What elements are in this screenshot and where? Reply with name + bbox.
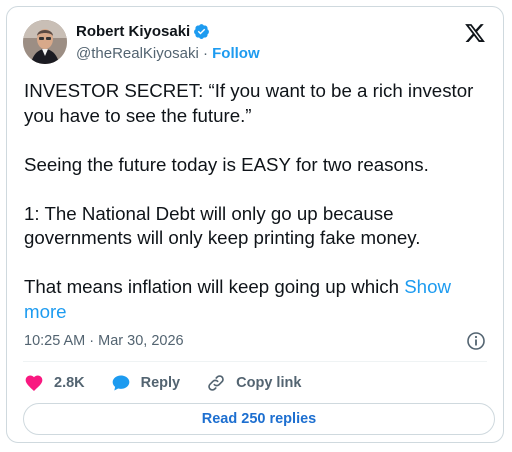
action-bar: 2.8K Reply Copy link <box>24 373 327 393</box>
like-count: 2.8K <box>54 375 85 391</box>
author-handle[interactable]: @theRealKiyosaki <box>76 45 199 62</box>
read-replies-label: Read 250 replies <box>201 411 317 427</box>
read-replies-button[interactable]: Read 250 replies <box>23 403 495 435</box>
copy-link-button[interactable]: Copy link <box>206 373 301 393</box>
heart-icon <box>25 375 43 391</box>
reply-label: Reply <box>140 375 181 391</box>
x-logo-icon[interactable] <box>464 22 486 44</box>
tweet-paragraph-text: That means inflation will keep going up … <box>24 276 400 297</box>
tweet-text: INVESTOR SECRET: “If you want to be a ri… <box>24 79 494 324</box>
like-button[interactable]: 2.8K <box>24 373 85 393</box>
info-icon[interactable] <box>466 331 486 351</box>
tweet-timestamp[interactable]: 10:25 AM · Mar 30, 2026 <box>24 333 184 349</box>
tweet-card: Robert Kiyosaki @theRealKiyosaki · Follo… <box>6 6 504 443</box>
author-name[interactable]: Robert Kiyosaki <box>76 23 190 40</box>
tweet-paragraph: 1: The National Debt will only go up bec… <box>24 202 421 249</box>
divider <box>23 361 487 362</box>
link-icon <box>208 375 224 391</box>
copy-link-label: Copy link <box>236 375 302 391</box>
speech-bubble-icon <box>112 375 129 391</box>
reply-button[interactable]: Reply <box>111 373 181 393</box>
avatar-photo-icon <box>23 20 67 64</box>
separator-dot: · <box>202 45 208 62</box>
tweet-paragraph-last: That means inflation will keep going up … <box>24 275 494 324</box>
tweet-paragraph: INVESTOR SECRET: “If you want to be a ri… <box>24 80 474 126</box>
avatar[interactable] <box>23 20 67 64</box>
follow-button[interactable]: Follow <box>212 45 260 62</box>
author-name-row: Robert Kiyosaki <box>76 23 210 40</box>
tweet-paragraph: Seeing the future today is EASY for two … <box>24 153 429 175</box>
verified-badge-icon <box>193 23 210 40</box>
author-handle-row: @theRealKiyosaki · Follow <box>76 45 260 62</box>
